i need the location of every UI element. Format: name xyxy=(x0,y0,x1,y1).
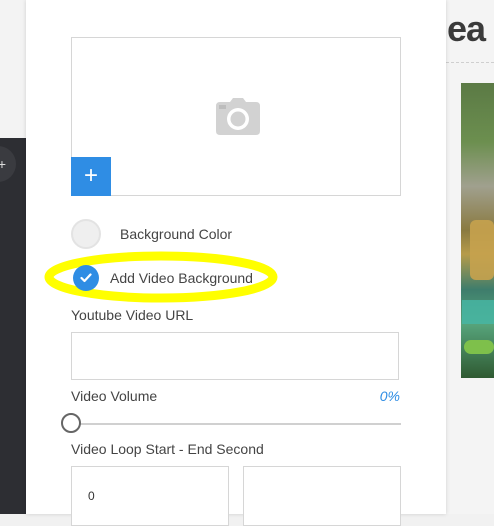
radio-unchecked[interactable] xyxy=(71,219,101,249)
background-side-button-glyph: + xyxy=(0,156,6,172)
youtube-url-input[interactable] xyxy=(71,332,399,380)
image-upload-box[interactable]: + xyxy=(71,37,401,196)
video-loop-label: Video Loop Start - End Second xyxy=(71,441,264,457)
option-label: Background Color xyxy=(120,226,233,242)
option-label: Add Video Background xyxy=(110,270,253,286)
background-photo-detail xyxy=(470,220,494,280)
camera-icon xyxy=(216,98,260,135)
option-background-color[interactable]: Background Color xyxy=(71,217,232,251)
video-volume-slider-handle[interactable] xyxy=(61,413,81,433)
video-loop-start-input[interactable]: 0 xyxy=(71,466,229,526)
video-volume-slider-track[interactable] xyxy=(71,423,401,425)
video-loop-end-input[interactable] xyxy=(243,466,401,526)
background-photo-detail xyxy=(464,340,494,354)
settings-panel: + Background Color Add Video Background … xyxy=(26,0,446,526)
video-volume-value: 0% xyxy=(379,388,400,404)
add-image-button[interactable]: + xyxy=(71,157,111,196)
youtube-url-label: Youtube Video URL xyxy=(71,307,194,323)
background-divider xyxy=(446,62,494,63)
background-heading: ea xyxy=(447,8,486,49)
option-add-video-background[interactable]: Add Video Background xyxy=(71,261,253,295)
video-volume-label: Video Volume xyxy=(71,388,158,404)
checkmark-icon xyxy=(80,273,92,283)
background-photo-detail xyxy=(462,300,494,324)
radio-checked[interactable] xyxy=(73,265,99,291)
